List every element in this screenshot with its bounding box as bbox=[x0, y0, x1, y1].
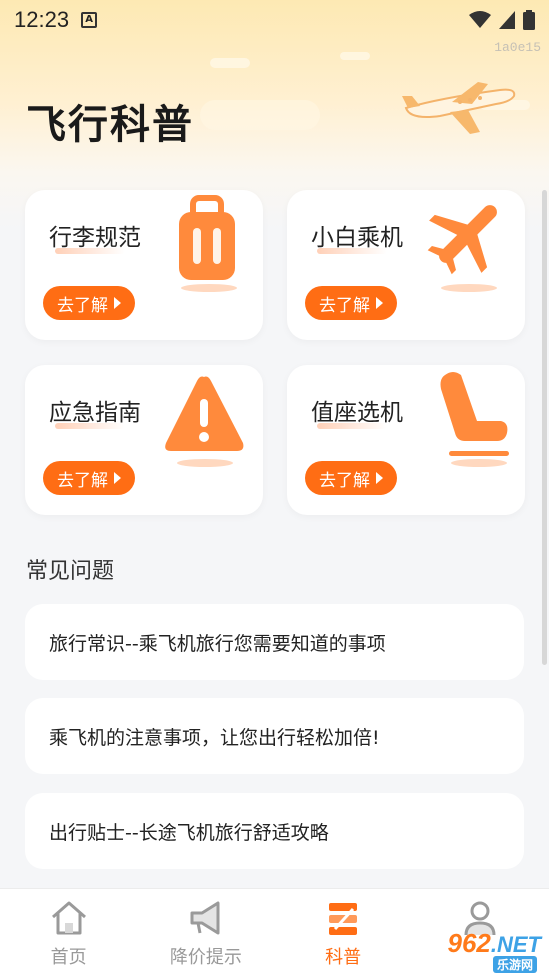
battery-icon bbox=[523, 10, 535, 30]
card-title: 应急指南 bbox=[49, 400, 141, 426]
luggage-icon bbox=[179, 195, 237, 292]
faq-item[interactable]: 旅行常识--乘飞机旅行您需要知道的事项 bbox=[25, 604, 524, 680]
watermark-text: 1a0e15 bbox=[494, 40, 541, 55]
arrow-right-icon bbox=[376, 472, 383, 484]
faq-section-title: 常见问题 bbox=[26, 559, 115, 584]
arrow-right-icon bbox=[114, 472, 121, 484]
airplane-icon bbox=[427, 205, 497, 292]
home-icon bbox=[51, 901, 86, 935]
page-title: 飞行科普 bbox=[26, 102, 194, 148]
learn-more-button[interactable]: 去了解 bbox=[43, 461, 135, 495]
science-icon bbox=[329, 903, 358, 935]
arrow-right-icon bbox=[376, 297, 383, 309]
seat-icon bbox=[440, 372, 509, 467]
signal-icon bbox=[499, 11, 515, 29]
card-seat-selection[interactable]: 值座选机 去了解 bbox=[287, 365, 525, 515]
faq-item[interactable]: 乘飞机的注意事项，让您出行轻松加倍! bbox=[25, 698, 524, 774]
faq-item[interactable]: 出行贴士--长途飞机旅行舒适攻略 bbox=[25, 793, 524, 869]
card-title: 值座选机 bbox=[311, 400, 403, 426]
tab-science[interactable]: 科普 bbox=[275, 889, 412, 977]
notification-a-icon: A bbox=[81, 12, 98, 28]
status-bar: 12:23 A bbox=[0, 0, 549, 40]
card-first-flight[interactable]: 小白乘机 去了解 bbox=[287, 190, 525, 340]
arrow-right-icon bbox=[114, 297, 121, 309]
site-logo: 962.NET 乐游网 bbox=[447, 928, 541, 973]
card-title: 小白乘机 bbox=[311, 225, 403, 251]
tab-price-alert[interactable]: 降价提示 bbox=[137, 889, 274, 977]
warning-icon bbox=[165, 376, 244, 467]
card-title: 行李规范 bbox=[49, 225, 141, 251]
card-emergency[interactable]: 应急指南 去了解 bbox=[25, 365, 263, 515]
scrollbar[interactable] bbox=[542, 190, 547, 665]
plane-decoration-icon bbox=[402, 82, 516, 134]
learn-more-button[interactable]: 去了解 bbox=[305, 461, 397, 495]
learn-more-button[interactable]: 去了解 bbox=[305, 286, 397, 320]
megaphone-icon bbox=[190, 901, 220, 935]
card-luggage[interactable]: 行李规范 去了解 bbox=[25, 190, 263, 340]
wifi-icon bbox=[469, 11, 491, 28]
learn-more-button[interactable]: 去了解 bbox=[43, 286, 135, 320]
status-time: 12:23 bbox=[14, 7, 70, 32]
tab-home[interactable]: 首页 bbox=[0, 889, 137, 977]
